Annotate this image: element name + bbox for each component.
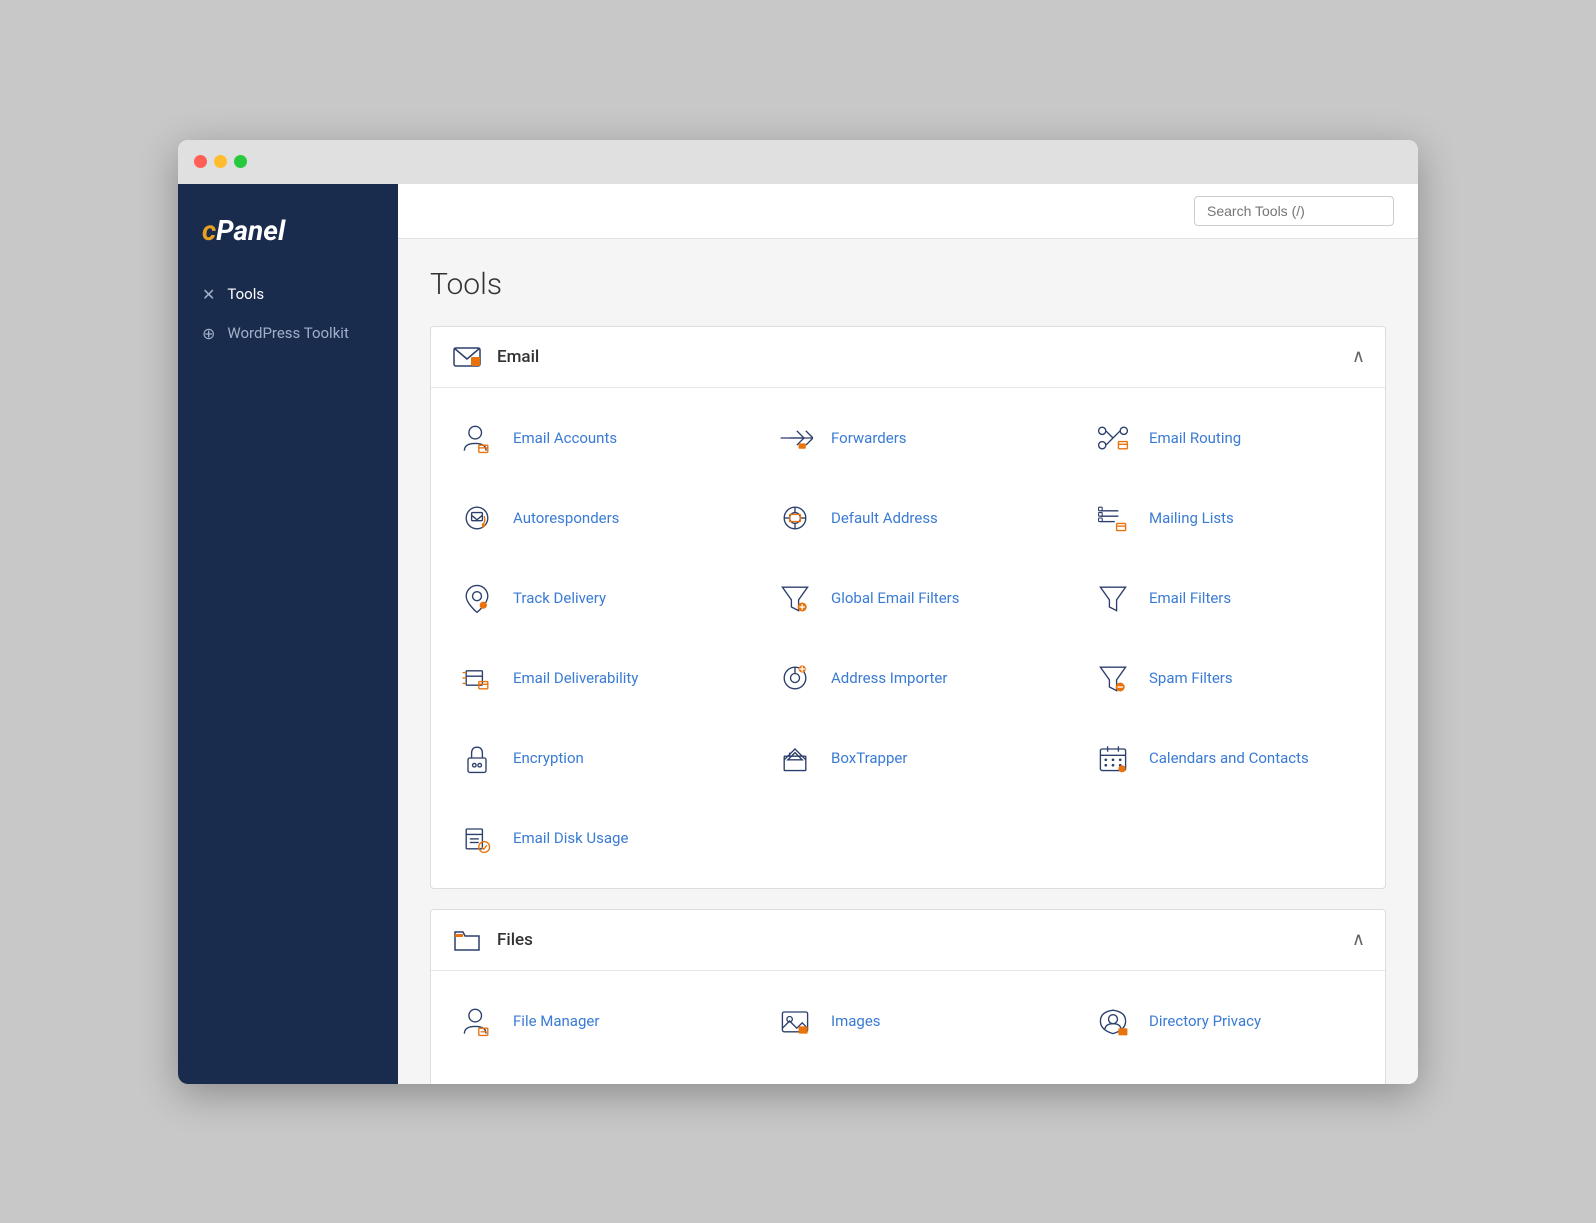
traffic-lights xyxy=(194,155,247,168)
email-filters-icon xyxy=(1091,576,1135,620)
email-accounts-label: Email Accounts xyxy=(513,429,617,447)
files-tools-grid: File Manager xyxy=(431,971,1385,1084)
files-section-title: Files xyxy=(497,930,533,950)
wordpress-icon: ⊕ xyxy=(202,324,215,343)
tool-autoresponders[interactable]: Autoresponders xyxy=(431,478,749,558)
encryption-icon xyxy=(455,736,499,780)
mailing-lists-icon xyxy=(1091,496,1135,540)
tool-disk-usage[interactable]: Disk Usage xyxy=(431,1061,749,1084)
files-section-header[interactable]: Files ∧ xyxy=(431,910,1385,971)
default-address-icon xyxy=(773,496,817,540)
close-button[interactable] xyxy=(194,155,207,168)
tool-images[interactable]: Images xyxy=(749,981,1067,1061)
autoresponders-icon xyxy=(455,496,499,540)
tool-mailing-lists[interactable]: Mailing Lists xyxy=(1067,478,1385,558)
spam-filters-icon xyxy=(1091,656,1135,700)
directory-privacy-label: Directory Privacy xyxy=(1149,1012,1261,1030)
fullscreen-button[interactable] xyxy=(234,155,247,168)
logo: cPanel xyxy=(178,204,398,275)
email-routing-label: Email Routing xyxy=(1149,429,1241,447)
images-label: Images xyxy=(831,1012,881,1030)
tool-file-manager[interactable]: File Manager xyxy=(431,981,749,1061)
files-section: Files ∧ xyxy=(430,909,1386,1084)
content-area: Tools Email xyxy=(398,239,1418,1084)
email-section-title: Email xyxy=(497,347,539,367)
disk-usage-icon xyxy=(455,1079,499,1084)
autoresponders-label: Autoresponders xyxy=(513,509,619,527)
global-email-filters-label: Global Email Filters xyxy=(831,589,960,607)
file-manager-label: File Manager xyxy=(513,1012,599,1030)
files-section-icon xyxy=(451,924,483,956)
wrench-icon: ✕ xyxy=(202,285,215,304)
address-importer-icon xyxy=(773,656,817,700)
email-disk-usage-icon xyxy=(455,816,499,860)
track-delivery-icon xyxy=(455,576,499,620)
sidebar: cPanel ✕ Tools ⊕ WordPress Toolkit xyxy=(178,184,398,1084)
tool-directory-privacy[interactable]: Directory Privacy xyxy=(1067,981,1385,1061)
sidebar-item-tools[interactable]: ✕ Tools xyxy=(178,275,398,314)
email-section-header[interactable]: Email ∧ xyxy=(431,327,1385,388)
email-section: Email ∧ xyxy=(430,326,1386,889)
web-disk-icon xyxy=(773,1079,817,1084)
email-routing-icon xyxy=(1091,416,1135,460)
file-manager-icon xyxy=(455,999,499,1043)
default-address-label: Default Address xyxy=(831,509,938,527)
sidebar-item-label: WordPress Toolkit xyxy=(227,324,348,342)
mailing-lists-label: Mailing Lists xyxy=(1149,509,1234,527)
tool-track-delivery[interactable]: Track Delivery xyxy=(431,558,749,638)
tool-ftp-accounts[interactable]: FTP FTP Accounts xyxy=(1067,1061,1385,1084)
sidebar-item-label: Tools xyxy=(227,285,264,303)
files-section-toggle[interactable]: ∧ xyxy=(1352,929,1365,950)
search-input[interactable] xyxy=(1194,196,1394,226)
tool-email-deliverability[interactable]: Email Deliverability xyxy=(431,638,749,718)
email-disk-usage-label: Email Disk Usage xyxy=(513,829,628,847)
email-section-icon xyxy=(451,341,483,373)
email-deliverability-label: Email Deliverability xyxy=(513,669,638,687)
track-delivery-label: Track Delivery xyxy=(513,589,606,607)
browser-chrome xyxy=(178,140,1418,184)
boxtrapper-label: BoxTrapper xyxy=(831,749,907,767)
minimize-button[interactable] xyxy=(214,155,227,168)
tool-default-address[interactable]: Default Address xyxy=(749,478,1067,558)
directory-privacy-icon xyxy=(1091,999,1135,1043)
email-accounts-icon xyxy=(455,416,499,460)
email-tools-grid: Email Accounts xyxy=(431,388,1385,888)
forwarders-icon xyxy=(773,416,817,460)
tool-email-filters[interactable]: Email Filters xyxy=(1067,558,1385,638)
address-importer-label: Address Importer xyxy=(831,669,947,687)
tool-web-disk[interactable]: Web Disk xyxy=(749,1061,1067,1084)
global-email-filters-icon xyxy=(773,576,817,620)
tool-forwarders[interactable]: Forwarders xyxy=(749,398,1067,478)
images-icon xyxy=(773,999,817,1043)
calendars-contacts-label: Calendars and Contacts xyxy=(1149,749,1309,767)
tool-address-importer[interactable]: Address Importer xyxy=(749,638,1067,718)
page-title: Tools xyxy=(430,267,1386,302)
tool-boxtrapper[interactable]: BoxTrapper xyxy=(749,718,1067,798)
tool-spam-filters[interactable]: Spam Filters xyxy=(1067,638,1385,718)
spam-filters-label: Spam Filters xyxy=(1149,669,1233,687)
app-body: cPanel ✕ Tools ⊕ WordPress Toolkit Tools xyxy=(178,184,1418,1084)
topbar xyxy=(398,184,1418,239)
ftp-accounts-icon: FTP xyxy=(1091,1079,1135,1084)
main-content: Tools Email xyxy=(398,184,1418,1084)
calendars-contacts-icon xyxy=(1091,736,1135,780)
encryption-label: Encryption xyxy=(513,749,584,767)
tool-encryption[interactable]: Encryption xyxy=(431,718,749,798)
tool-global-email-filters[interactable]: Global Email Filters xyxy=(749,558,1067,638)
tool-email-routing[interactable]: Email Routing xyxy=(1067,398,1385,478)
email-filters-label: Email Filters xyxy=(1149,589,1231,607)
forwarders-label: Forwarders xyxy=(831,429,907,447)
email-deliverability-icon xyxy=(455,656,499,700)
tool-email-accounts[interactable]: Email Accounts xyxy=(431,398,749,478)
boxtrapper-icon xyxy=(773,736,817,780)
email-section-toggle[interactable]: ∧ xyxy=(1352,346,1365,367)
browser-window: cPanel ✕ Tools ⊕ WordPress Toolkit Tools xyxy=(178,140,1418,1084)
tool-email-disk-usage[interactable]: Email Disk Usage xyxy=(431,798,749,878)
sidebar-item-wordpress[interactable]: ⊕ WordPress Toolkit xyxy=(178,314,398,353)
tool-calendars-contacts[interactable]: Calendars and Contacts xyxy=(1067,718,1385,798)
